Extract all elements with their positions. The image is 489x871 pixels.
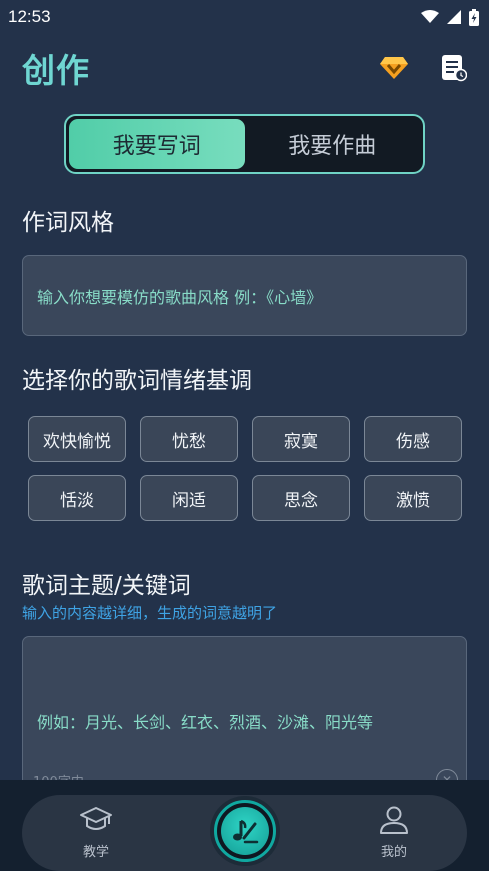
user-profile-icon [380, 806, 408, 834]
header-actions [379, 54, 467, 82]
nav-item-mine[interactable]: 我的 [364, 805, 424, 860]
keyword-hint: 输入的内容越详细，生成的词意越明了 [22, 604, 278, 622]
create-center-button[interactable] [214, 800, 276, 862]
mood-chip-missing[interactable]: 思念 [252, 475, 350, 521]
style-section-title: 作词风格 [22, 210, 114, 236]
signal-icon [447, 10, 461, 24]
mood-chip-indignant[interactable]: 激愤 [364, 475, 462, 521]
style-input[interactable]: 输入你想要模仿的歌曲风格 例：《心墙》 [22, 255, 467, 336]
mood-chip-sorrow[interactable]: 忧愁 [140, 416, 238, 462]
history-document-icon[interactable] [441, 54, 467, 82]
vip-diamond-icon[interactable] [379, 55, 409, 81]
battery-icon [469, 8, 479, 26]
music-note-pen-icon [233, 819, 259, 844]
page-title: 创作 [22, 51, 90, 90]
keyword-section-title: 歌词主题/关键词 [22, 573, 191, 599]
mood-section-title: 选择你的歌词情绪基调 [22, 368, 252, 394]
keyword-input[interactable]: 例如：月光、长剑、红衣、烈酒、沙滩、阳光等 100字内 ✕ [22, 636, 467, 796]
mood-chip-tranquil[interactable]: 恬淡 [28, 475, 126, 521]
mood-chip-leisurely[interactable]: 闲适 [140, 475, 238, 521]
status-time: 12:53 [8, 7, 51, 26]
nav-learn-label: 教学 [82, 845, 109, 860]
keyword-input-placeholder: 例如：月光、长剑、红衣、烈酒、沙滩、阳光等 [37, 713, 374, 732]
status-bar: 12:53 [0, 0, 489, 34]
graduation-cap-icon [80, 807, 112, 830]
style-input-placeholder: 输入你想要模仿的歌曲风格 例：《心墙》 [37, 287, 323, 307]
mood-chip-cheerful[interactable]: 欢快愉悦 [28, 416, 126, 462]
mood-chip-sad[interactable]: 伤感 [364, 416, 462, 462]
tab-compose-music[interactable]: 我要作曲 [245, 119, 421, 169]
mode-switch: 我要写词 我要作曲 [64, 114, 425, 174]
app-header: 创作 [0, 40, 489, 96]
nav-mine-label: 我的 [380, 845, 407, 860]
tab-write-lyrics[interactable]: 我要写词 [69, 119, 245, 169]
mood-grid: 欢快愉悦 忧愁 寂寞 伤感 恬淡 闲适 思念 激愤 [28, 416, 462, 521]
mood-chip-lonely[interactable]: 寂寞 [252, 416, 350, 462]
wifi-icon [421, 10, 439, 23]
create-center-button-inner [221, 807, 269, 855]
status-icons [421, 8, 479, 26]
nav-item-learn[interactable]: 教学 [66, 805, 126, 860]
